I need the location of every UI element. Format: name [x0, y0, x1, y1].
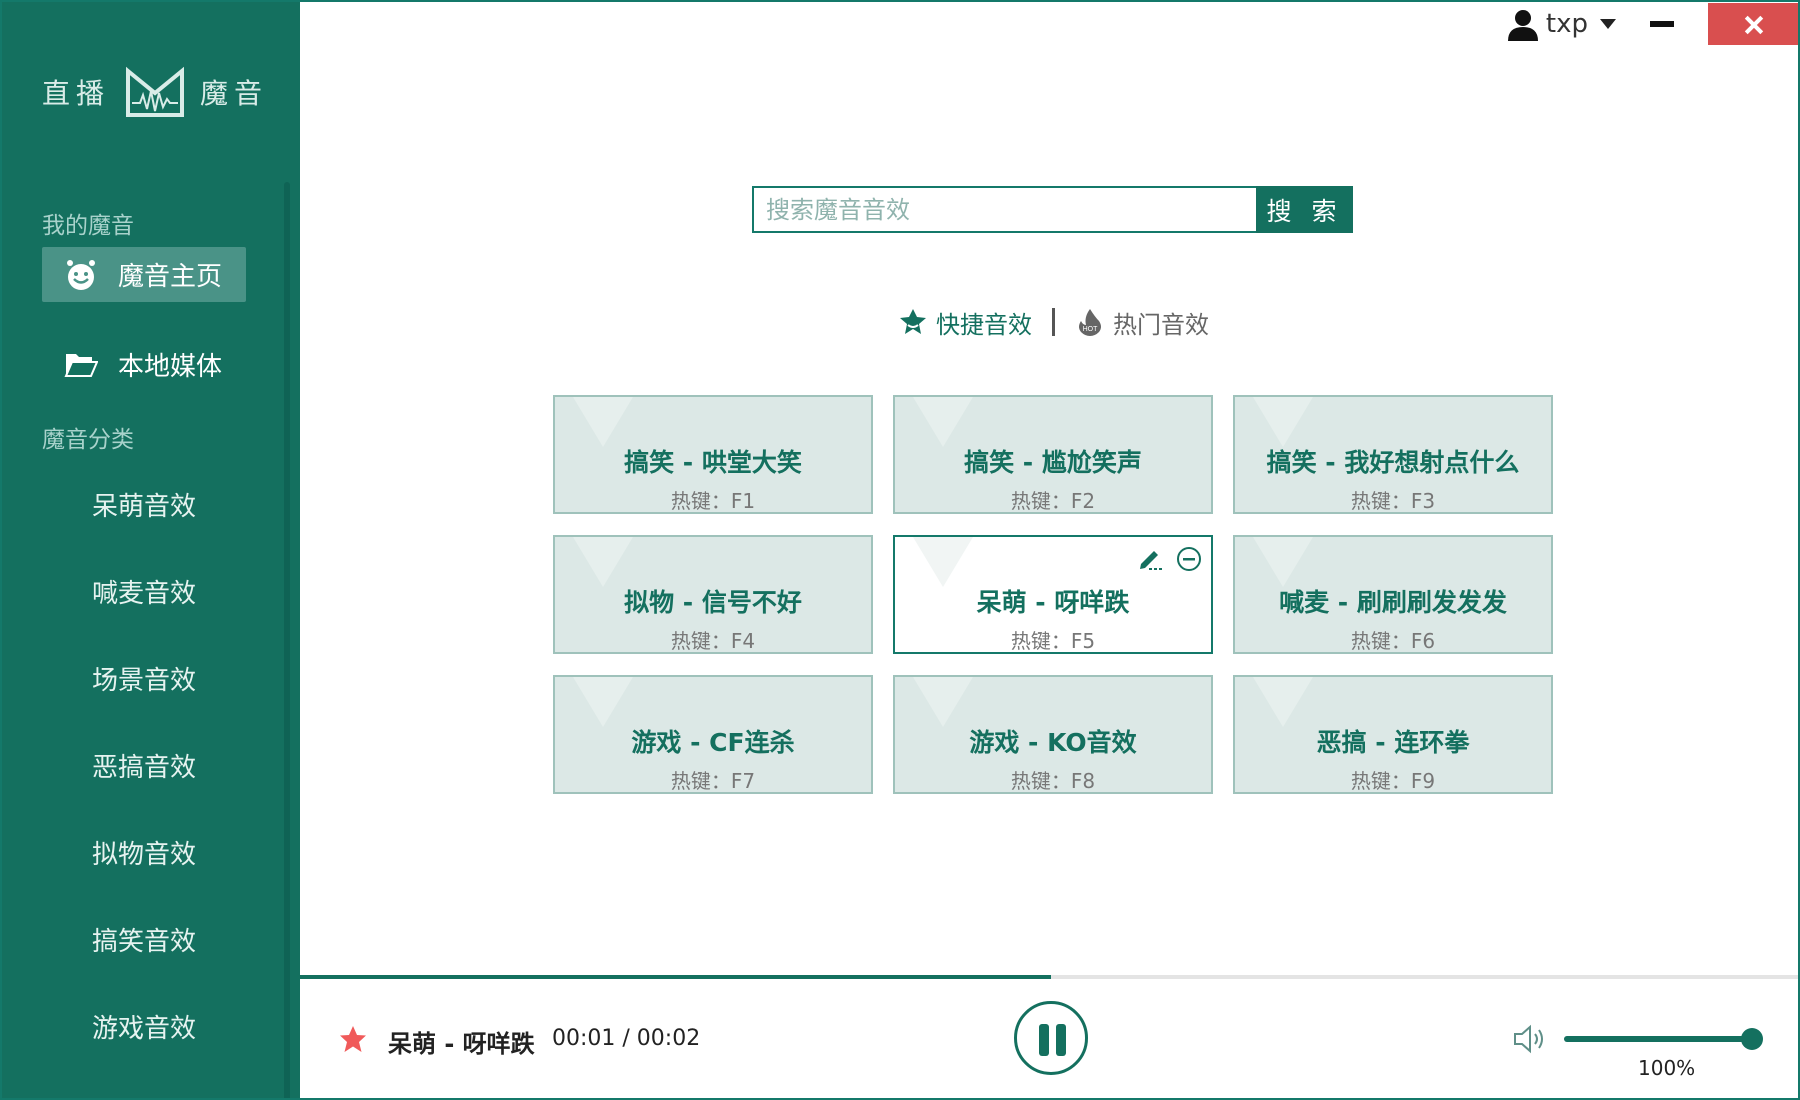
sound-card[interactable]: 喊麦 - 刷刷刷发发发 热键：F6	[1233, 535, 1553, 654]
sidebar: 直播 魔音 我的魔音 魔音主页 本地媒体 魔音分类 呆萌音效 喊麦音效 场景音效…	[2, 2, 300, 1098]
tab-quick-label: 快捷音效	[936, 310, 1032, 339]
sound-card-selected[interactable]: 呆萌 - 呀咩跌 热键：F5	[893, 535, 1213, 654]
sound-card-title: 搞笑 - 我好想射点什么	[1266, 448, 1520, 477]
card-decoration	[573, 677, 633, 727]
card-decoration	[913, 397, 973, 447]
card-decoration	[913, 537, 973, 587]
close-button[interactable]	[1708, 3, 1798, 45]
user-icon	[1507, 10, 1538, 41]
sound-card[interactable]: 恶搞 - 连环拳 热键：F9	[1233, 675, 1553, 794]
volume-slider[interactable]	[1564, 1028, 1763, 1050]
volume-percent: 100%	[1638, 1056, 1696, 1080]
sound-card[interactable]: 游戏 - CF连杀 热键：F7	[553, 675, 873, 794]
tab-quick-sounds[interactable]: 快捷音效	[898, 305, 1032, 340]
pause-button[interactable]	[1014, 1001, 1088, 1075]
sidebar-scrollbar[interactable]	[284, 182, 290, 1098]
app-logo: 直播 魔音	[42, 62, 268, 122]
tab-hot-sounds[interactable]: HOT 热门音效	[1075, 305, 1209, 340]
sound-card[interactable]: 搞笑 - 尴尬笑声 热键：F2	[893, 395, 1213, 514]
sound-card-title: 搞笑 - 哄堂大笑	[624, 448, 802, 477]
card-decoration	[573, 537, 633, 587]
sound-card[interactable]: 搞笑 - 哄堂大笑 热键：F1	[553, 395, 873, 514]
app-window: 直播 魔音 我的魔音 魔音主页 本地媒体 魔音分类 呆萌音效 喊麦音效 场景音效…	[0, 0, 1800, 1100]
pause-icon-bar-left	[1039, 1024, 1049, 1056]
sound-card-hotkey: 热键：F3	[1350, 489, 1436, 513]
remove-circle-icon[interactable]	[1175, 545, 1203, 573]
card-decoration	[913, 677, 973, 727]
sound-card-hotkey: 热键：F1	[670, 489, 756, 513]
sidebar-item-home-label: 魔音主页	[118, 262, 223, 292]
volume-slider-knob[interactable]	[1741, 1028, 1763, 1050]
category-funny[interactable]: 搞笑音效	[92, 921, 196, 958]
favorite-star-icon[interactable]	[338, 1024, 368, 1054]
sound-card-hotkey: 热键：F8	[1010, 769, 1096, 793]
volume-slider-fill	[1564, 1036, 1752, 1042]
svg-text:HOT: HOT	[1083, 326, 1099, 333]
category-scene[interactable]: 场景音效	[92, 660, 196, 697]
sound-card-title: 喊麦 - 刷刷刷发发发	[1279, 588, 1507, 617]
section-category-label: 魔音分类	[42, 427, 134, 453]
smiley-face-icon	[67, 259, 95, 290]
card-decoration	[1253, 537, 1313, 587]
playback-progress-bar[interactable]	[300, 975, 1798, 979]
username: txp	[1545, 9, 1588, 39]
section-my-label: 我的魔音	[42, 213, 134, 239]
sound-card-title: 呆萌 - 呀咩跌	[976, 588, 1130, 617]
category-cute[interactable]: 呆萌音效	[92, 486, 196, 523]
sound-card-title: 游戏 - CF连杀	[631, 728, 795, 757]
sound-card-hotkey: 热键：F9	[1350, 769, 1436, 793]
logo-text-left: 直播	[42, 77, 111, 110]
hot-flame-icon: HOT	[1079, 309, 1101, 336]
minimize-button[interactable]	[1650, 21, 1674, 27]
sidebar-item-home[interactable]: 魔音主页	[42, 247, 246, 302]
folder-open-icon	[64, 354, 98, 377]
pause-icon-bar-right	[1056, 1024, 1066, 1056]
sound-card[interactable]: 游戏 - KO音效 热键：F8	[893, 675, 1213, 794]
playback-progress-fill	[300, 975, 1051, 979]
sound-card-title: 拟物 - 信号不好	[624, 588, 802, 617]
category-imitation[interactable]: 拟物音效	[92, 834, 196, 871]
user-menu[interactable]: txp	[1506, 7, 1616, 41]
title-bar: txp	[1506, 2, 1798, 46]
card-decoration	[1253, 397, 1313, 447]
tab-hot-label: 热门音效	[1113, 310, 1209, 339]
logo-text-right: 魔音	[200, 77, 269, 110]
category-shouting[interactable]: 喊麦音效	[92, 573, 196, 610]
sidebar-item-local-media[interactable]: 本地媒体	[64, 342, 222, 386]
sound-card-title: 游戏 - KO音效	[969, 728, 1137, 757]
card-decoration	[1253, 677, 1313, 727]
now-playing-title: 呆萌 - 呀咩跌	[388, 1030, 535, 1058]
sound-card-hotkey: 热键：F2	[1010, 489, 1096, 513]
sound-tabs: 快捷音效 HOT 热门音效	[898, 302, 1209, 342]
sound-card-title: 恶搞 - 连环拳	[1316, 728, 1470, 757]
sound-card[interactable]: 拟物 - 信号不好 热键：F4	[553, 535, 873, 654]
logo-icon	[126, 66, 185, 117]
sound-card[interactable]: 搞笑 - 我好想射点什么 热键：F3	[1233, 395, 1553, 514]
card-decoration	[573, 397, 633, 447]
search-bar: 搜 索	[752, 186, 1353, 233]
sound-card-hotkey: 热键：F7	[670, 769, 756, 793]
category-prank[interactable]: 恶搞音效	[92, 747, 196, 784]
sound-card-hotkey: 热键：F4	[670, 629, 756, 653]
volume-icon[interactable]	[1512, 1024, 1546, 1054]
sound-card-title: 搞笑 - 尴尬笑声	[964, 448, 1142, 477]
sound-card-hotkey: 热键：F6	[1350, 629, 1436, 653]
search-input[interactable]	[752, 186, 1256, 233]
star-badge-icon	[900, 309, 926, 334]
search-button[interactable]: 搜 索	[1256, 186, 1353, 233]
category-game[interactable]: 游戏音效	[92, 1008, 196, 1045]
chevron-down-icon	[1600, 19, 1616, 29]
sidebar-item-local-label: 本地媒体	[118, 351, 223, 382]
tab-divider	[1052, 308, 1055, 336]
edit-pencil-icon[interactable]	[1137, 545, 1163, 571]
playback-time: 00:01 / 00:02	[552, 1026, 701, 1051]
sound-card-hotkey: 热键：F5	[1010, 629, 1096, 653]
